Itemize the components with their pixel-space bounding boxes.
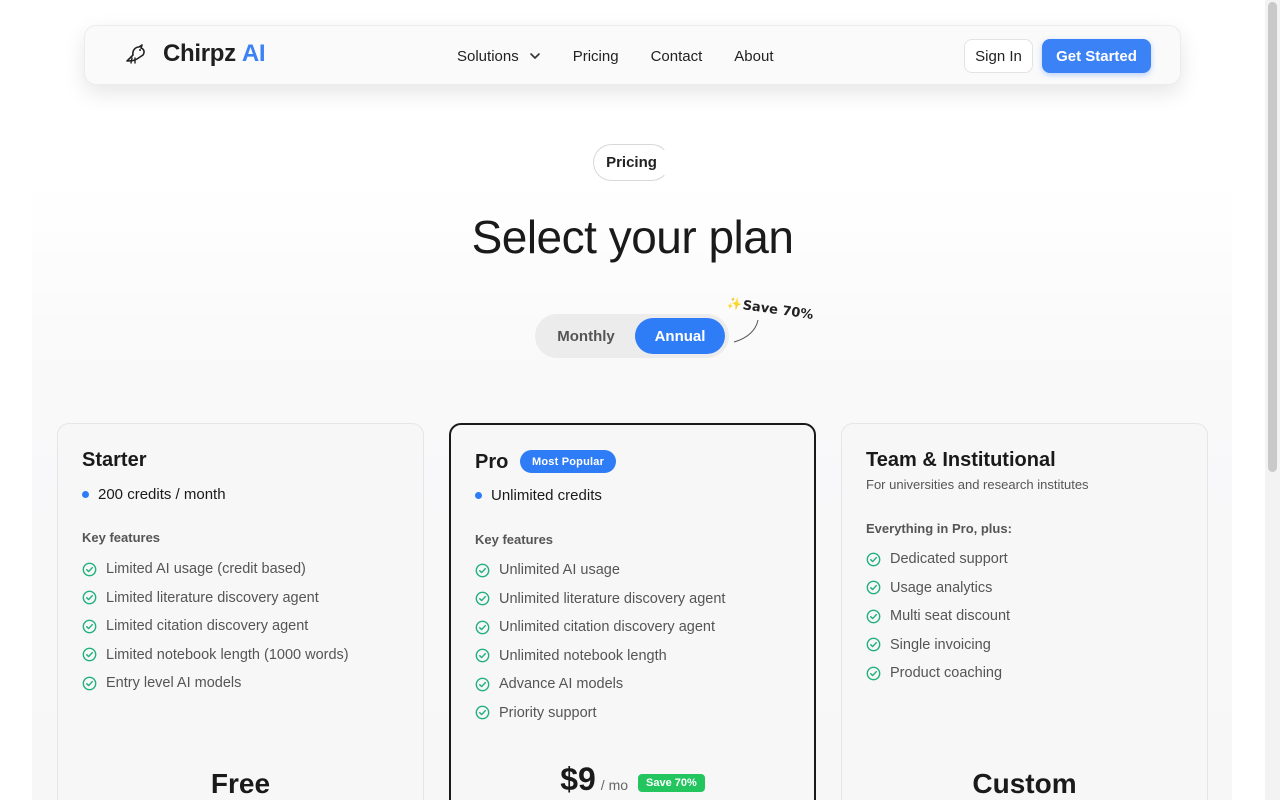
page-scrollbar[interactable] — [1265, 0, 1280, 800]
price-unit: / mo — [600, 777, 629, 793]
features-heading: Key features — [475, 532, 554, 547]
feature-text: Limited AI usage (credit based) — [106, 561, 306, 578]
plan-name: Starter — [82, 449, 147, 471]
check-circle-icon — [82, 676, 97, 691]
curved-arrow-icon — [733, 319, 759, 343]
feature-text: Limited literature discovery agent — [106, 589, 319, 606]
feature-text: Unlimited AI usage — [499, 562, 620, 579]
billing-toggle: Monthly Annual — [535, 314, 729, 358]
feature-text: Unlimited literature discovery agent — [499, 590, 726, 607]
feature-list: Dedicated support Usage analytics Multi … — [866, 545, 1010, 688]
brand-name: Chirpz AI — [163, 40, 266, 68]
check-circle-icon — [475, 620, 490, 635]
brand-name-text: Chirpz — [163, 40, 236, 67]
plan-card-pro: Pro Most Popular Unlimited credits Key f… — [449, 423, 816, 800]
bullet-dot — [475, 492, 482, 499]
feature-text: Limited citation discovery agent — [106, 618, 309, 635]
feature-list: Limited AI usage (credit based) Limited … — [82, 555, 349, 698]
plan-name: Team & Institutional — [866, 449, 1056, 471]
plan-card-starter: Starter 200 credits / month Key features… — [57, 423, 424, 800]
check-circle-icon — [866, 580, 881, 595]
scrollbar-thumb[interactable] — [1268, 2, 1277, 472]
price-amount: $9 — [560, 761, 596, 797]
check-circle-icon — [82, 619, 97, 634]
feature-item: Limited AI usage (credit based) — [82, 555, 349, 584]
features-heading: Key features — [82, 530, 161, 545]
nav-pricing[interactable]: Pricing — [573, 48, 619, 65]
plan-credits: Unlimited credits — [475, 487, 602, 504]
check-circle-icon — [866, 666, 881, 681]
check-circle-icon — [82, 647, 97, 662]
page-title: Select your plan — [471, 211, 794, 263]
feature-text: Unlimited notebook length — [499, 647, 667, 664]
plan-credits-text: Unlimited credits — [491, 487, 602, 504]
sparkle-icon: ✨ — [726, 296, 743, 312]
feature-item: Entry level AI models — [82, 669, 349, 698]
sign-in-button[interactable]: Sign In — [964, 39, 1033, 73]
nav-links: Solutions Pricing Contact About — [457, 26, 805, 86]
check-circle-icon — [866, 552, 881, 567]
feature-item: Multi seat discount — [866, 602, 1010, 631]
brand-name-accent: AI — [241, 40, 266, 67]
feature-text: Limited notebook length (1000 words) — [106, 646, 349, 663]
check-circle-icon — [475, 563, 490, 578]
bullet-dot — [82, 491, 89, 498]
plan-name: Pro — [475, 451, 509, 473]
section-pill: Pricing — [593, 144, 670, 181]
feature-item: Limited notebook length (1000 words) — [82, 641, 349, 670]
plan-card-team: Team & Institutional For universities an… — [841, 423, 1208, 800]
feature-text: Multi seat discount — [890, 608, 1011, 625]
get-started-button[interactable]: Get Started — [1042, 39, 1151, 73]
feature-item: Limited citation discovery agent — [82, 612, 349, 641]
plan-subtitle: For universities and research institutes — [866, 477, 1089, 492]
toggle-monthly[interactable]: Monthly — [535, 314, 637, 358]
nav-solutions-label: Solutions — [457, 47, 519, 65]
feature-item: Unlimited citation discovery agent — [475, 613, 725, 642]
feature-item: Single invoicing — [866, 631, 1010, 660]
feature-text: Usage analytics — [890, 579, 993, 596]
save-badge: Save 70% — [638, 773, 705, 792]
feature-text: Unlimited citation discovery agent — [499, 619, 715, 636]
check-circle-icon — [475, 677, 490, 692]
plan-price: Custom — [972, 768, 1077, 799]
nav-solutions[interactable]: Solutions — [457, 48, 541, 65]
chevron-down-icon — [529, 53, 540, 59]
feature-list: Unlimited AI usage Unlimited literature … — [475, 556, 725, 727]
plan-credits-text: 200 credits / month — [98, 486, 226, 503]
most-popular-badge: Most Popular — [520, 450, 617, 473]
feature-item: Priority support — [475, 699, 725, 728]
check-circle-icon — [475, 591, 490, 606]
check-circle-icon — [866, 637, 881, 652]
nav-about[interactable]: About — [734, 48, 773, 65]
check-circle-icon — [475, 705, 490, 720]
bird-icon — [126, 44, 145, 64]
feature-text: Priority support — [499, 704, 597, 721]
check-circle-icon — [475, 648, 490, 663]
feature-item: Dedicated support — [866, 545, 1010, 574]
feature-text: Dedicated support — [890, 551, 1008, 568]
feature-item: Limited literature discovery agent — [82, 584, 349, 613]
feature-text: Single invoicing — [890, 636, 991, 653]
check-circle-icon — [82, 590, 97, 605]
check-circle-icon — [82, 562, 97, 577]
features-heading: Everything in Pro, plus: — [866, 521, 1012, 536]
feature-item: Unlimited literature discovery agent — [475, 585, 725, 614]
check-circle-icon — [866, 609, 881, 624]
feature-text: Advance AI models — [499, 676, 624, 693]
plan-credits: 200 credits / month — [82, 486, 226, 503]
feature-item: Product coaching — [866, 659, 1010, 688]
feature-item: Unlimited AI usage — [475, 556, 725, 585]
top-navbar: Chirpz AI Solutions Pricing Contact About… — [84, 25, 1181, 85]
feature-item: Advance AI models — [475, 670, 725, 699]
nav-contact[interactable]: Contact — [651, 48, 703, 65]
feature-item: Unlimited notebook length — [475, 642, 725, 671]
plan-price: Free — [210, 768, 271, 799]
feature-item: Usage analytics — [866, 574, 1010, 603]
feature-text: Product coaching — [890, 665, 1003, 682]
toggle-annual[interactable]: Annual — [635, 318, 725, 354]
feature-text: Entry level AI models — [106, 675, 242, 692]
brand-logo[interactable]: Chirpz AI — [123, 40, 266, 68]
plan-price: $9 / mo Save 70% — [451, 761, 814, 798]
